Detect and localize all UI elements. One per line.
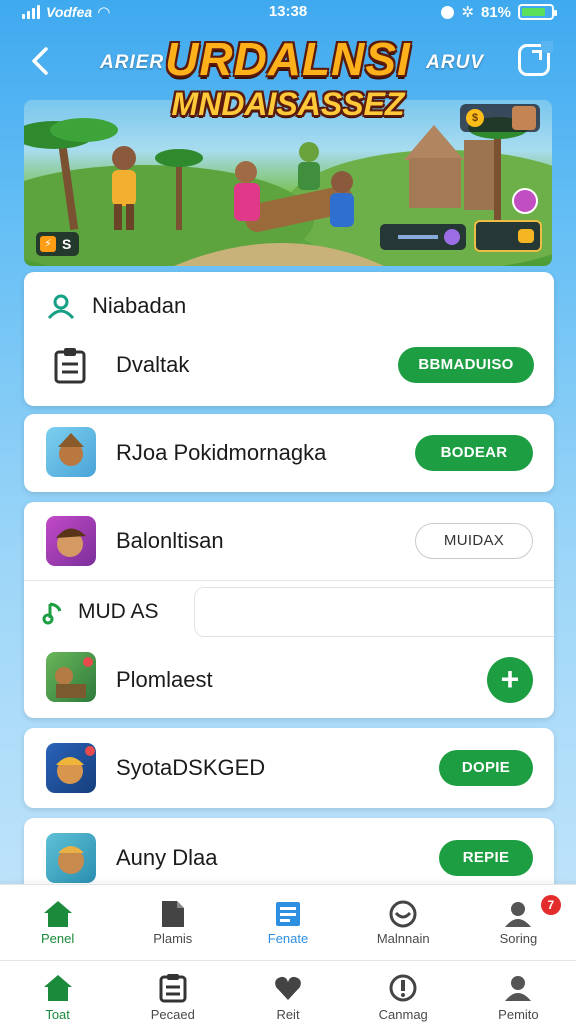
banner-shop-hud[interactable] bbox=[474, 220, 542, 252]
bolt-icon: ⚡ bbox=[40, 236, 56, 252]
tab-pemito[interactable]: Pemito bbox=[461, 961, 576, 1024]
list-item-button[interactable]: MUIDAX bbox=[415, 523, 533, 559]
tab-label: Toat bbox=[45, 1007, 70, 1022]
tab-malnnain[interactable]: Malnnain bbox=[346, 885, 461, 960]
list-item-label: RJoa Pokidmornagka bbox=[116, 440, 327, 465]
tab-soring[interactable]: 7 Soring bbox=[461, 885, 576, 960]
list-item-label: SyotaDSKGED bbox=[116, 755, 266, 780]
battery-fill bbox=[522, 8, 545, 16]
section-header-label: Niabadan bbox=[92, 293, 187, 318]
list-card: Balonltisan MUIDAX MUD AS Plomlaest + bbox=[24, 502, 554, 718]
status-bar: Vodfea ◠ 13:38 ✲ 81% bbox=[0, 0, 576, 26]
profile-icon bbox=[505, 902, 532, 927]
heart-icon bbox=[275, 976, 301, 1000]
share-button[interactable] bbox=[518, 41, 553, 76]
tab-label: Reit bbox=[276, 1007, 300, 1022]
game-icon bbox=[46, 427, 96, 477]
coin-stack-icon bbox=[518, 229, 534, 243]
tab-pecaed[interactable]: Pecaed bbox=[115, 961, 230, 1024]
power-icon[interactable] bbox=[512, 188, 538, 214]
list-card: RJoa Pokidmornagka BODEAR bbox=[24, 414, 554, 492]
home-icon bbox=[43, 975, 72, 1001]
tab-label: Canmag bbox=[378, 1007, 428, 1022]
list-item[interactable]: Balonltisan MUIDAX bbox=[24, 502, 554, 580]
game-icon bbox=[46, 743, 96, 793]
section-row-label: Dvaltak bbox=[116, 352, 190, 377]
tab-label: Penel bbox=[40, 931, 75, 946]
game-title: URDALNSI bbox=[165, 33, 411, 85]
tab-label: Plamis bbox=[153, 931, 193, 946]
tab-bar-secondary: Toat Pecaed Reit Canmag Pemito bbox=[0, 960, 576, 1024]
music-note-icon bbox=[42, 602, 62, 625]
subsection-header: MUD AS bbox=[24, 580, 554, 642]
battery-icon bbox=[518, 4, 557, 20]
subsection-field[interactable] bbox=[194, 587, 554, 637]
list-item-button[interactable]: DOPIE bbox=[439, 750, 533, 786]
alarm-icon bbox=[441, 5, 455, 19]
game-icon bbox=[46, 516, 96, 566]
add-button[interactable]: + bbox=[487, 657, 533, 703]
document-icon bbox=[161, 901, 184, 927]
tab-toat[interactable]: Toat bbox=[0, 961, 115, 1024]
subsection-label: MUD AS bbox=[78, 599, 159, 623]
list-item-label: Balonltisan bbox=[116, 528, 224, 553]
list-item-button[interactable]: REPIE bbox=[439, 840, 533, 876]
banner-badge-text: S bbox=[62, 236, 72, 252]
tab-label: Fenate bbox=[267, 931, 309, 946]
list-card: SyotaDSKGED DOPIE bbox=[24, 728, 554, 808]
home-icon bbox=[43, 901, 72, 927]
alert-icon bbox=[389, 974, 417, 1002]
tab-fenate[interactable]: Fenate bbox=[230, 885, 345, 960]
game-icon bbox=[46, 833, 96, 883]
section-header: Niabadan bbox=[24, 286, 554, 326]
users-icon bbox=[47, 294, 75, 320]
gem-icon bbox=[444, 229, 460, 245]
gamepad-icon bbox=[389, 900, 417, 928]
download-button[interactable]: BBMADUISO bbox=[398, 347, 534, 383]
list-item[interactable]: RJoa Pokidmornagka BODEAR bbox=[24, 414, 554, 492]
game-subtitle: MNDAISASSEZ bbox=[171, 86, 405, 122]
news-icon bbox=[276, 902, 300, 926]
list-item-button[interactable]: BODEAR bbox=[415, 435, 533, 471]
banner-progress-hud bbox=[380, 224, 466, 250]
tab-label: Soring bbox=[499, 931, 538, 946]
battery-percent: 81% bbox=[480, 3, 511, 21]
notification-badge: 7 bbox=[540, 895, 561, 915]
bluetooth-icon: ✲ bbox=[461, 4, 474, 21]
tab-label: Pecaed bbox=[150, 1007, 195, 1022]
tab-penel[interactable]: Penel bbox=[0, 885, 115, 960]
section-row[interactable]: Dvaltak BBMADUISO bbox=[24, 336, 554, 394]
profile-icon bbox=[505, 976, 532, 1001]
tab-plamis[interactable]: Plamis bbox=[115, 885, 230, 960]
list-item-label: Auny Dlaa bbox=[116, 845, 218, 870]
tab-label: Pemito bbox=[498, 1007, 539, 1022]
tab-canmag[interactable]: Canmag bbox=[346, 961, 461, 1024]
share-icon bbox=[532, 50, 542, 60]
list-item[interactable]: Plomlaest + bbox=[24, 642, 554, 718]
banner-badge: ⚡ S bbox=[36, 232, 80, 256]
section-card: Niabadan Dvaltak BBMADUISO bbox=[24, 272, 554, 406]
list-item[interactable]: SyotaDSKGED DOPIE bbox=[24, 728, 554, 808]
game-icon bbox=[46, 652, 96, 702]
tab-bar-primary: Penel Plamis Fenate Malnnain 7 Soring bbox=[0, 884, 576, 960]
clipboard-icon bbox=[54, 348, 86, 384]
tab-reit[interactable]: Reit bbox=[230, 961, 345, 1024]
clipboard-icon bbox=[159, 974, 187, 1003]
app-header: ARIER ARUV URDALNSI MNDAISASSEZ bbox=[0, 30, 576, 122]
list-item-label: Plomlaest bbox=[116, 667, 213, 692]
tab-label: Malnnain bbox=[376, 931, 430, 946]
game-banner[interactable]: $ ⚡ S bbox=[24, 100, 552, 266]
